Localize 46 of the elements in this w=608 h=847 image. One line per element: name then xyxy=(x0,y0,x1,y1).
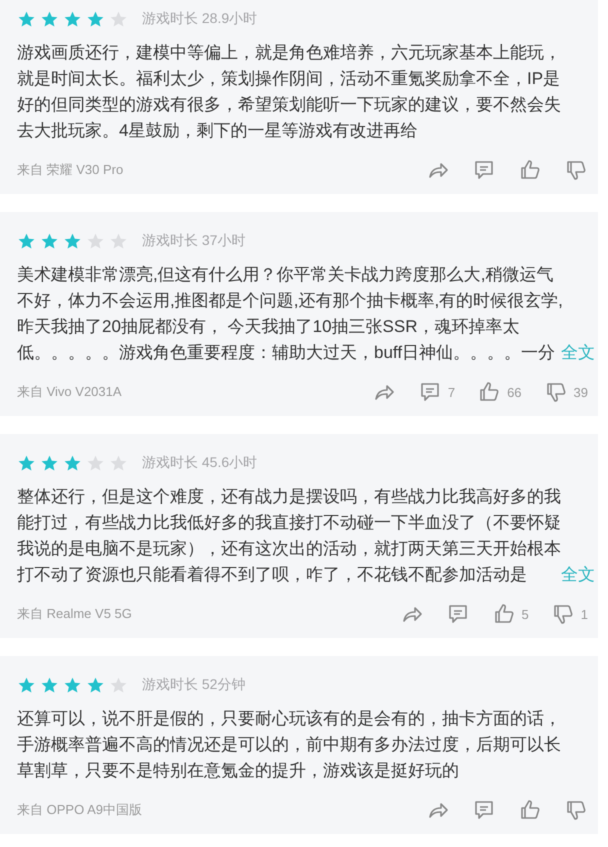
star-icon xyxy=(17,676,36,694)
thumbs-down-icon[interactable] xyxy=(564,158,588,182)
star-icon xyxy=(86,454,105,472)
device-label: 来自 OPPO A9中国版 xyxy=(17,801,143,819)
star-icon xyxy=(63,232,82,250)
thumbs-up-icon[interactable] xyxy=(518,798,542,822)
review-text: 游戏画质还行，建模中等偏上，就是角色难培养，六元玩家基本上能玩，就是时间太长。福利太少，策划操作阴间，活动不重氪奖励拿不全，IP是好的但同类型的游戏有很多，希望策划能听一下玩家的建议，要不然会失去大批玩家。4星鼓励，剩下的一星等游戏有改进再给 xyxy=(17,42,562,142)
star-icon xyxy=(17,10,36,28)
thumbs-up-icon[interactable] xyxy=(477,380,502,404)
count-label: 66 xyxy=(507,384,522,400)
review-text: 美术建模非常漂亮,但这有什么用？你平常关卡战力跨度那么大,稍微运气不好，体力不会运用,推图都是个问题,还有那个抽卡概率,有的时候很玄学,昨天我抽了20抽屁都没有， 今天我抽了10抽三张SSR，魂环掉率太低。。。。。游戏角色重要程度：辅助大过天，buff日神仙。。。。一分 xyxy=(17,264,563,364)
star-icon xyxy=(109,454,128,472)
review-text: 整体还行，但是这个难度，还有战力是摆设吗，有些战力比我高好多的我能打过，有些战力比我低好多的我直接打不动碰一下半血没了（不要怀疑我说的是电脑不是玩家），还有这次出的活动，就打两天第三天开始根本打不动了资源也只能看着得不到了呗，咋了，不花钱不配参加活动是 xyxy=(17,486,562,586)
count-label: 7 xyxy=(448,384,456,400)
star-icon xyxy=(40,454,59,472)
star-icon xyxy=(40,232,59,250)
star-icon xyxy=(63,454,82,472)
comment-icon[interactable] xyxy=(472,798,496,822)
star-icon xyxy=(109,10,128,28)
device-label: 来自 Realme V5 5G xyxy=(17,605,133,623)
count-label: 1 xyxy=(580,606,588,622)
playtime-label: 游戏时长 52分钟 xyxy=(142,676,246,694)
star-icon xyxy=(40,10,59,28)
playtime-label: 游戏时长 28.9小时 xyxy=(142,10,258,28)
star-icon xyxy=(109,676,128,694)
playtime-label: 游戏时长 45.6小时 xyxy=(142,454,258,472)
star-icon xyxy=(86,232,105,250)
device-label: 来自 荣耀 V30 Pro xyxy=(17,161,124,179)
full-text-link[interactable]: 全文 xyxy=(561,562,595,588)
thumbs-down-icon[interactable] xyxy=(564,798,588,822)
star-icon xyxy=(86,10,105,28)
star-icon xyxy=(17,454,36,472)
star-icon xyxy=(109,232,128,250)
playtime-label: 游戏时长 37小时 xyxy=(142,232,246,250)
star-icon xyxy=(63,676,82,694)
star-icon xyxy=(63,10,82,28)
star-icon xyxy=(86,676,105,694)
star-icon xyxy=(40,676,59,694)
thumbs-up-icon[interactable] xyxy=(518,158,542,182)
count-label: 5 xyxy=(522,606,529,622)
device-label: 来自 Vivo V2031A xyxy=(17,383,123,401)
comment-icon[interactable] xyxy=(472,158,496,182)
review-text: 还算可以，说不肝是假的，只要耐心玩该有的是会有的，抽卡方面的话，手游概率普遍不高的情况还是可以的，前中期有多办法过度，后期可以长草割草，只要不是特别在意氪金的提升，游戏该是挺好玩的 xyxy=(17,708,562,782)
count-label: 39 xyxy=(574,384,588,400)
full-text-link[interactable]: 全文 xyxy=(561,340,595,366)
star-icon xyxy=(17,232,36,250)
